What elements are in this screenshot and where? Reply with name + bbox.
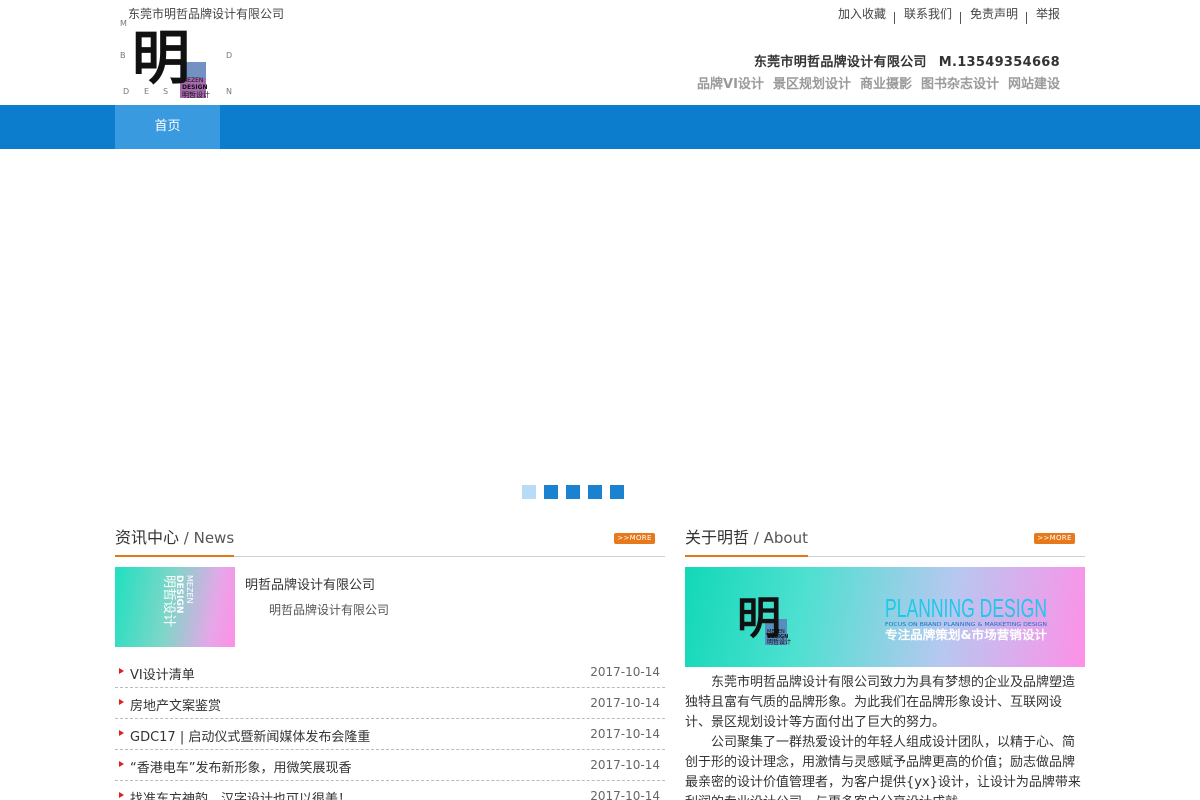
svg-text:M: M: [120, 19, 127, 28]
report-link[interactable]: 举报: [1025, 5, 1060, 24]
svg-text:明哲设计: 明哲设计: [182, 90, 210, 99]
arrow-icon: [119, 792, 124, 798]
services-list: 品牌VI设计 景区规划设计 商业摄影 图书杂志设计 网站建设: [697, 73, 1060, 92]
company-logo[interactable]: M B D E S D N 明 MEZEN DESIGN 明哲设计: [118, 16, 238, 100]
service-photo: 商业摄影: [859, 77, 912, 92]
news-item[interactable]: “香港电车”发布新形象，用微笑展现香 2017-10-14: [115, 750, 665, 781]
news-item[interactable]: 房地产文案鉴赏 2017-10-14: [115, 688, 665, 719]
arrow-icon: [119, 699, 124, 705]
nav-home[interactable]: 首页: [115, 105, 220, 149]
top-links: 加入收藏 联系我们 免责声明 举报: [829, 5, 1060, 24]
news-item[interactable]: GDC17 | 启动仪式暨新闻媒体发布会隆重 2017-10-14: [115, 719, 665, 750]
svg-text:专注品牌策划&市场营销设计: 专注品牌策划&市场营销设计: [885, 627, 1047, 642]
banner-dot-3[interactable]: [566, 485, 580, 499]
about-description: 东莞市明哲品牌设计有限公司致力为具有梦想的企业及品牌塑造独特且富有气质的品牌形象…: [685, 673, 1085, 800]
news-featured-thumbnail[interactable]: MEZEN DESIGN 明哲设计: [115, 567, 235, 647]
disclaimer-link[interactable]: 免责声明: [959, 5, 1027, 24]
arrow-icon: [119, 668, 124, 674]
banner-pagination: [522, 485, 624, 499]
news-item[interactable]: VI设计清单 2017-10-14: [115, 657, 665, 688]
svg-text:N: N: [226, 87, 232, 96]
news-featured-desc: 明哲品牌设计有限公司: [269, 603, 390, 617]
svg-text:MEZEN: MEZEN: [185, 575, 194, 603]
svg-text:D: D: [123, 87, 129, 96]
about-more-button[interactable]: >>MORE: [1034, 533, 1075, 544]
banner-dot-5[interactable]: [610, 485, 624, 499]
news-title: 资讯中心 / News: [115, 527, 235, 557]
news-more-button[interactable]: >>MORE: [614, 533, 655, 544]
contact-info: 东莞市明哲品牌设计有限公司 M.13549354668: [754, 51, 1060, 70]
arrow-icon: [119, 761, 124, 767]
banner-dot-1[interactable]: [522, 485, 536, 499]
about-header: 关于明哲 / About >>MORE: [685, 527, 1085, 557]
svg-text:PLANNING DESIGN: PLANNING DESIGN: [885, 593, 1047, 623]
service-web: 网站建设: [1007, 77, 1060, 92]
hero-banner: [0, 149, 1200, 509]
banner-dot-2[interactable]: [544, 485, 558, 499]
news-header: 资讯中心 / News >>MORE: [115, 527, 665, 557]
svg-text:DESIGN: DESIGN: [182, 84, 208, 91]
news-item[interactable]: 找准东方神韵，汉字设计也可以很美！ 2017-10-14: [115, 781, 665, 800]
contact-us-link[interactable]: 联系我们: [893, 5, 961, 24]
svg-text:明哲设计: 明哲设计: [767, 638, 791, 646]
banner-dot-4[interactable]: [588, 485, 602, 499]
contact-phone: M.13549354668: [938, 55, 1060, 70]
about-banner-image: 明 MEZEN DESIGN 明哲设计 PLANNING DESIGN FOCU…: [685, 567, 1085, 667]
about-paragraph-2: 公司聚集了一群热爱设计的年轻人组成设计团队，以精于心、简创于形的设计理念，用激情…: [685, 735, 1081, 800]
arrow-icon: [119, 730, 124, 736]
svg-text:明哲设计: 明哲设计: [161, 575, 176, 627]
news-list: VI设计清单 2017-10-14 房地产文案鉴赏 2017-10-14 GDC17…: [115, 657, 665, 800]
service-vi: 品牌VI设计: [697, 77, 764, 92]
service-scenic: 景区规划设计: [772, 77, 851, 92]
contact-company: 东莞市明哲品牌设计有限公司: [753, 55, 927, 70]
service-book: 图书杂志设计: [920, 77, 999, 92]
svg-text:MEZEN: MEZEN: [182, 77, 203, 84]
svg-text:D: D: [226, 51, 232, 60]
about-title: 关于明哲 / About: [685, 527, 808, 557]
add-favorite-link[interactable]: 加入收藏: [829, 5, 895, 22]
about-paragraph-1: 东莞市明哲品牌设计有限公司致力为具有梦想的企业及品牌塑造独特且富有气质的品牌形象…: [685, 675, 1076, 730]
main-nav: 首页: [0, 105, 1200, 149]
page: 东莞市明哲品牌设计有限公司 M B D E S D N 明 MEZEN DESI…: [0, 0, 1200, 800]
news-featured-title[interactable]: 明哲品牌设计有限公司: [245, 574, 375, 593]
svg-text:B: B: [120, 51, 126, 60]
